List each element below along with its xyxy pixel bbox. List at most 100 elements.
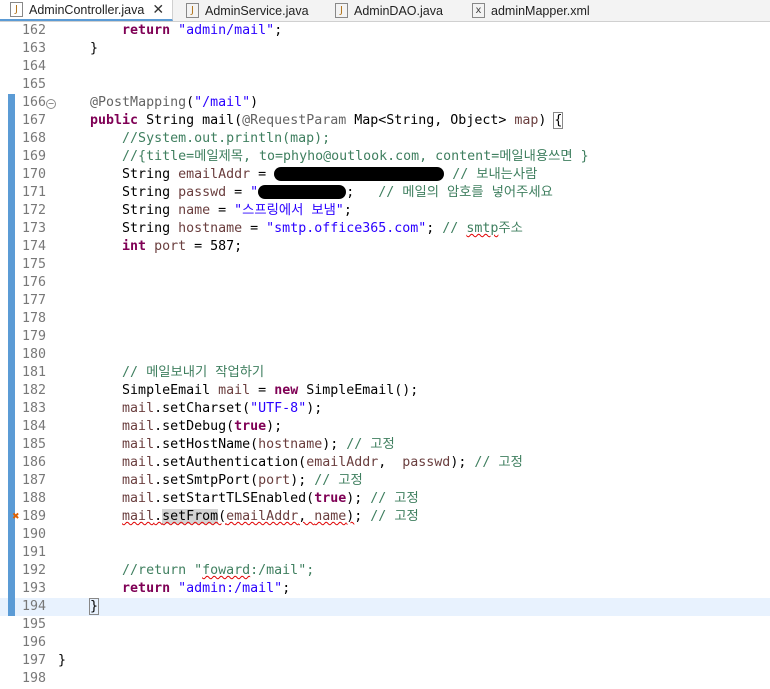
code-token: String bbox=[122, 221, 179, 236]
code-line[interactable]: 195 bbox=[0, 616, 770, 634]
code-token: mail bbox=[218, 383, 251, 398]
code-line[interactable]: 191 bbox=[0, 544, 770, 562]
code-line[interactable]: 185 mail.setHostName(hostname); // 고정 bbox=[0, 436, 770, 454]
code-token: .setSmtpPort( bbox=[154, 473, 259, 488]
line-number: 182 bbox=[21, 383, 46, 398]
code-token: . bbox=[154, 509, 163, 524]
code-line[interactable]: 164 bbox=[0, 58, 770, 76]
redacted-value bbox=[274, 167, 445, 181]
code-token: String bbox=[122, 203, 179, 218]
code-line[interactable]: 182 SimpleEmail mail = new SimpleEmail()… bbox=[0, 382, 770, 400]
code-token: String bbox=[122, 185, 179, 200]
code-line[interactable]: 167 public String mail(@RequestParam Map… bbox=[0, 112, 770, 130]
code-line[interactable]: 171 String passwd = "; // 메일의 암호를 넣어주세요 bbox=[0, 184, 770, 202]
code-token: ); bbox=[266, 419, 283, 434]
code-line[interactable]: 169 //{title=메일제목, to=phyho@outlook.com,… bbox=[0, 148, 770, 166]
code-line[interactable]: 165 bbox=[0, 76, 770, 94]
code-line[interactable]: 194 } bbox=[0, 598, 770, 616]
code-line[interactable]: 184 mail.setDebug(true); bbox=[0, 418, 770, 436]
code-line[interactable]: 172 String name = "스프링에서 보냄"; bbox=[0, 202, 770, 220]
code-line[interactable]: 190 bbox=[0, 526, 770, 544]
code-line[interactable]: 192 //return "foward:/mail"; bbox=[0, 562, 770, 580]
fold-toggle-icon[interactable]: − bbox=[46, 99, 56, 109]
line-number: 186 bbox=[21, 455, 46, 470]
tab-label: AdminDAO.java bbox=[354, 3, 443, 18]
line-number: 178 bbox=[21, 311, 46, 326]
code-token: :/mail"; bbox=[250, 563, 315, 578]
code-line[interactable]: 197} bbox=[0, 652, 770, 670]
tab-admindao-java[interactable]: J AdminDAO.java bbox=[325, 0, 451, 21]
text-caret bbox=[98, 598, 100, 614]
tab-label: AdminService.java bbox=[205, 3, 309, 18]
code-token: mail bbox=[122, 455, 155, 470]
code-editor[interactable]: 162 return "admin/mail"; 163 } 164 165 166− … bbox=[0, 22, 770, 689]
code-line[interactable]: 188 mail.setStartTLSEnabled(true); // 고정 bbox=[0, 490, 770, 508]
code-line[interactable]: 173 String hostname = "smtp.office365.co… bbox=[0, 220, 770, 238]
code-token: hostname bbox=[258, 437, 323, 452]
code-line[interactable]: 177 bbox=[0, 292, 770, 310]
code-line[interactable]: 181 // 메일보내기 작업하기 bbox=[0, 364, 770, 382]
line-number: 193 bbox=[21, 581, 46, 596]
code-line[interactable]: 180 bbox=[0, 346, 770, 364]
close-tab-icon[interactable]: ✕ bbox=[152, 2, 164, 18]
code-token: { bbox=[553, 112, 564, 129]
code-line[interactable]: 187 mail.setSmtpPort(port); // 고정 bbox=[0, 472, 770, 490]
code-line[interactable]: 175 bbox=[0, 256, 770, 274]
line-number: 170 bbox=[21, 167, 46, 182]
code-token: 주소 bbox=[498, 221, 523, 236]
code-token: ); bbox=[306, 401, 323, 416]
code-token: " bbox=[250, 185, 259, 200]
code-token: } bbox=[89, 598, 100, 615]
code-line[interactable]: 174 int port = 587; bbox=[0, 238, 770, 256]
code-token: // 고정 bbox=[370, 509, 419, 524]
code-token: "UTF-8" bbox=[250, 401, 307, 416]
code-line[interactable]: 179 bbox=[0, 328, 770, 346]
tab-admincontroller-java[interactable]: J AdminController.java ✕ bbox=[0, 0, 174, 21]
code-line[interactable]: 166− @PostMapping("/mail") bbox=[0, 94, 770, 112]
code-token: true bbox=[314, 491, 347, 506]
line-number: 198 bbox=[21, 671, 46, 686]
code-token: name bbox=[178, 203, 211, 218]
tab-adminservice-java[interactable]: J AdminService.java bbox=[176, 0, 317, 21]
line-number: 172 bbox=[21, 203, 46, 218]
code-token: } bbox=[58, 653, 67, 668]
code-token: foward bbox=[202, 563, 251, 578]
tab-adminmapper-xml[interactable]: x adminMapper.xml bbox=[462, 0, 598, 21]
code-text: String hostname = "smtp.office365.com"; … bbox=[58, 220, 523, 238]
code-line[interactable]: ✖ 189 mail.setFrom(emailAddr, name); // 고… bbox=[0, 508, 770, 526]
code-line[interactable]: 163 } bbox=[0, 40, 770, 58]
xml-file-icon: x bbox=[472, 3, 485, 18]
code-line[interactable]: 196 bbox=[0, 634, 770, 652]
code-line[interactable]: 178 bbox=[0, 310, 770, 328]
code-token: true bbox=[234, 419, 267, 434]
code-line[interactable]: 186 mail.setAuthentication(emailAddr, pa… bbox=[0, 454, 770, 472]
code-token: // 메일보내기 작업하기 bbox=[122, 365, 265, 380]
code-line[interactable]: 162 return "admin/mail"; bbox=[0, 22, 770, 40]
code-token: .setHostName( bbox=[154, 437, 259, 452]
code-line[interactable]: 170 String emailAddr = // 보내는사람 bbox=[0, 166, 770, 184]
editor-tab-bar: J AdminController.java ✕ J AdminService.java… bbox=[0, 0, 770, 22]
code-token: mail bbox=[122, 437, 155, 452]
code-token: mail bbox=[122, 419, 155, 434]
line-number: 190 bbox=[21, 527, 46, 542]
code-line[interactable]: 168 //System.out.println(map); bbox=[0, 130, 770, 148]
code-line[interactable]: 176 bbox=[0, 274, 770, 292]
code-token: ); bbox=[450, 455, 475, 470]
code-token: = bbox=[250, 167, 275, 182]
code-token: "admin/mail" bbox=[178, 23, 275, 38]
code-text: public String mail(@RequestParam Map<Str… bbox=[58, 112, 564, 130]
code-line[interactable]: 183 mail.setCharset("UTF-8"); bbox=[0, 400, 770, 418]
code-line[interactable]: 198 bbox=[0, 670, 770, 688]
code-token: hostname bbox=[178, 221, 243, 236]
code-token: ; bbox=[354, 509, 371, 524]
code-text: //{title=메일제목, to=phyho@outlook.com, con… bbox=[58, 148, 589, 166]
code-token: Map<String, Object> bbox=[346, 113, 515, 128]
code-line[interactable]: 193 return "admin:/mail"; bbox=[0, 580, 770, 598]
